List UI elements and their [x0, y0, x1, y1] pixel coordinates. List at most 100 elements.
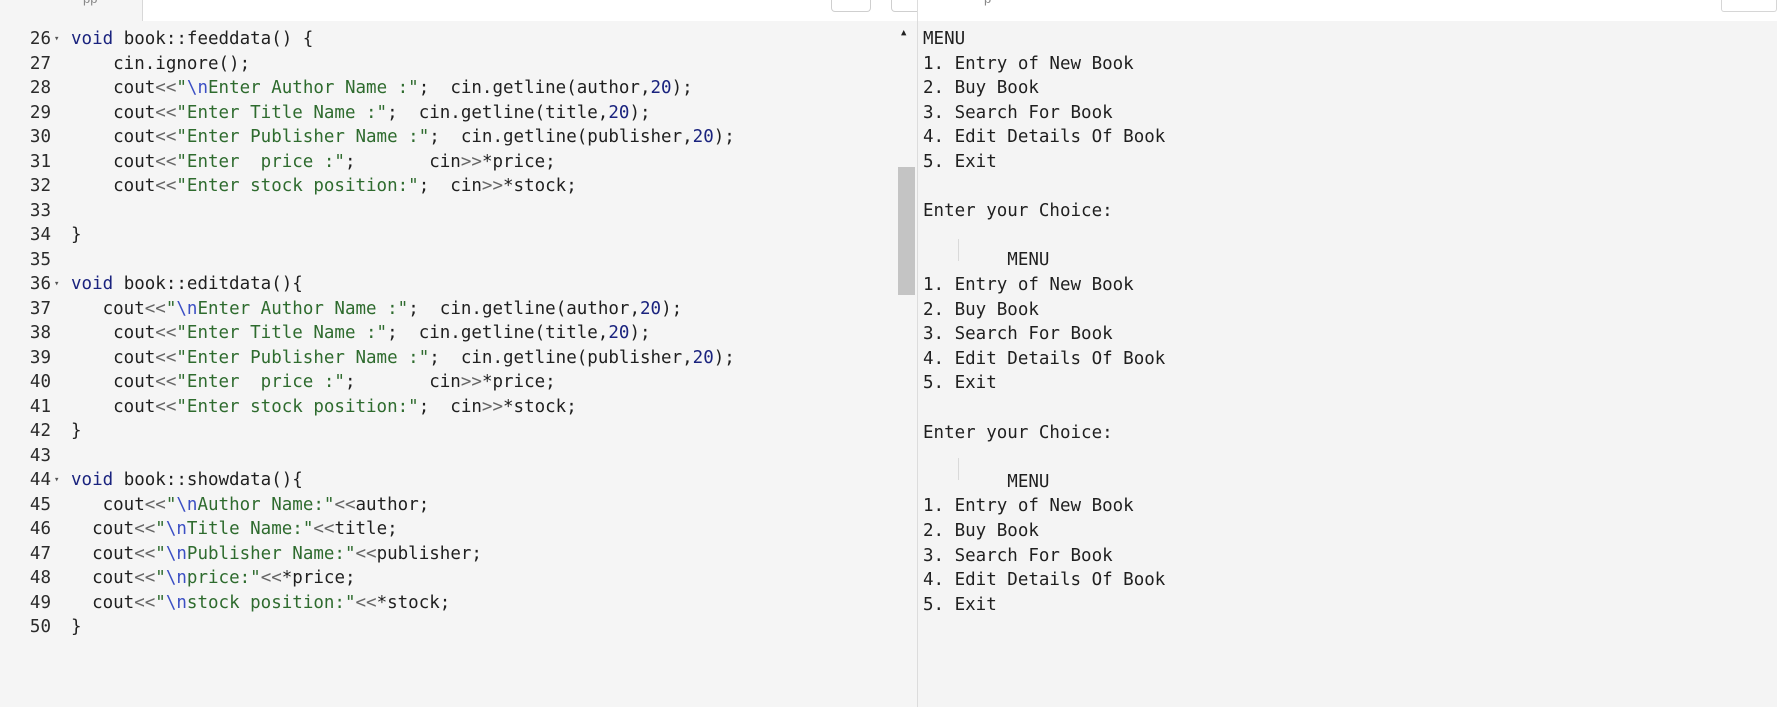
code-line[interactable]: 39 cout<<"Enter Publisher Name :"; cin.g…: [0, 345, 896, 373]
code-line[interactable]: 26 ▾ void book::feeddata() {: [0, 26, 896, 54]
line-number: 29: [29, 102, 51, 123]
code-line[interactable]: 44 ▾ void book::showdata(){: [0, 467, 896, 495]
code-line[interactable]: 36 ▾ void book::editdata(){: [0, 271, 896, 299]
output-line: 3. Search For Book: [923, 324, 1113, 345]
output-line: 4. Edit Details Of Book: [923, 127, 1166, 148]
editor-toolbar: [143, 0, 1035, 21]
line-number: 27: [29, 53, 51, 74]
code-line[interactable]: 27 cin.ignore();: [0, 51, 896, 79]
fullscreen-button[interactable]: [831, 0, 871, 12]
line-number: 28: [29, 78, 51, 98]
code-text: cout<<"Enter Publisher Name :"; cin.getl…: [71, 127, 735, 147]
output-line: Enter your Choice:: [923, 422, 1113, 443]
line-number: 36: [29, 274, 51, 294]
line-number: 46: [29, 519, 51, 539]
line-number: 26: [29, 29, 51, 49]
fold-arrow-icon[interactable]: ▾: [54, 467, 59, 495]
file-tab-label: pp: [83, 0, 97, 6]
code-text: cout<<"Enter Title Name :"; cin.getline(…: [71, 323, 651, 343]
code-line[interactable]: 38 cout<<"Enter Title Name :"; cin.getli…: [0, 320, 896, 348]
code-line[interactable]: 47 cout<<"\nPublisher Name:"<<publisher;: [0, 541, 896, 569]
code-text: cout<<"Enter stock position:"; cin>>*sto…: [71, 176, 577, 196]
line-number: 39: [29, 347, 51, 368]
line-number: 50: [29, 617, 51, 637]
code-text: }: [71, 617, 82, 637]
code-text: cout<<"Enter Publisher Name :"; cin.getl…: [71, 347, 735, 368]
output-line: 4. Edit Details Of Book: [923, 348, 1166, 369]
code-text: void book::feeddata() {: [71, 29, 314, 49]
fold-arrow-icon[interactable]: ▾: [54, 271, 59, 299]
code-line[interactable]: 37 cout<<"\nEnter Author Name :"; cin.ge…: [0, 296, 896, 324]
code-text: cout<<"\nPublisher Name:"<<publisher;: [71, 543, 482, 564]
code-line[interactable]: 41 cout<<"Enter stock position:"; cin>>*…: [0, 394, 896, 422]
line-number: 42: [29, 421, 51, 441]
output-line: 5. Exit: [923, 152, 997, 172]
line-number: 37: [29, 298, 51, 319]
line-number: 34: [29, 225, 51, 245]
output-line: 3. Search For Book: [923, 545, 1113, 566]
code-text: cout<<"\nprice:"<<*price;: [71, 568, 356, 588]
code-text: }: [71, 421, 82, 441]
code-text: cout<<"\nEnter Author Name :"; cin.getli…: [71, 298, 683, 319]
output-line: 5. Exit: [923, 373, 997, 394]
output-line: 2. Buy Book: [923, 299, 1039, 320]
line-number: 40: [29, 372, 51, 392]
fold-arrow-icon[interactable]: ▾: [54, 26, 59, 54]
line-number: 45: [29, 494, 51, 515]
code-text: void book::editdata(){: [71, 274, 303, 294]
code-text: cout<<"Enter price :"; cin>>*price;: [71, 151, 556, 172]
output-line: 1. Entry of New Book: [923, 53, 1134, 74]
code-line[interactable]: 49 cout<<"\nstock position:"<<*stock;: [0, 590, 896, 618]
code-line[interactable]: 43: [0, 443, 896, 471]
code-line[interactable]: 32 cout<<"Enter stock position:"; cin>>*…: [0, 173, 896, 201]
code-text: cin.ignore();: [71, 53, 251, 74]
output-console: MENU 1. Entry of New Book 2. Buy Book 3. Se…: [918, 21, 1777, 707]
code-text: cout<<"Enter stock position:"; cin>>*sto…: [71, 396, 577, 417]
top-toolbar: pp p: [0, 0, 1777, 21]
line-number: 47: [29, 543, 51, 564]
line-number: 38: [29, 323, 51, 343]
output-header-label: p: [984, 0, 991, 6]
code-line[interactable]: 29 cout<<"Enter Title Name :"; cin.getli…: [0, 100, 896, 128]
code-text: cout<<"Enter Title Name :"; cin.getline(…: [71, 102, 651, 123]
code-text: cout<<"\nTitle Name:"<<title;: [71, 519, 398, 539]
code-line[interactable]: 46 cout<<"\nTitle Name:"<<title;: [0, 516, 896, 544]
code-line[interactable]: 50}: [0, 614, 896, 642]
line-number: 48: [29, 568, 51, 588]
output-line: 3. Search For Book: [923, 102, 1113, 123]
code-line[interactable]: 48 cout<<"\nprice:"<<*price;: [0, 565, 896, 593]
scroll-up-arrow-icon[interactable]: ▲: [901, 28, 906, 38]
output-header: p: [918, 0, 1777, 21]
code-line[interactable]: 30 cout<<"Enter Publisher Name :"; cin.g…: [0, 124, 896, 152]
output-line: 2. Buy Book: [923, 521, 1039, 541]
code-line[interactable]: 28 cout<<"\nEnter Author Name :"; cin.ge…: [0, 75, 896, 103]
line-number: 44: [29, 470, 51, 490]
editor-scrollbar[interactable]: ▲: [897, 21, 916, 707]
code-text: cout<<"\nstock position:"<<*stock;: [71, 592, 451, 613]
output-line: Enter your Choice:: [923, 201, 1113, 222]
code-editor[interactable]: 26 ▾ void book::feeddata() {27 cin.ignore(…: [0, 21, 917, 707]
file-tab[interactable]: pp: [0, 0, 143, 21]
code-line[interactable]: 40 cout<<"Enter price :"; cin>>*price;: [0, 369, 896, 397]
output-line: 4. Edit Details Of Book: [923, 570, 1166, 591]
line-number: 43: [29, 445, 51, 466]
line-number: 49: [29, 592, 51, 613]
line-number: 33: [29, 200, 51, 221]
code-line[interactable]: 31 cout<<"Enter price :"; cin>>*price;: [0, 149, 896, 177]
line-number: 30: [29, 127, 51, 147]
clear-output-button[interactable]: [1721, 0, 1777, 12]
code-line[interactable]: 45 cout<<"\nAuthor Name:"<<author;: [0, 492, 896, 520]
output-line: 5. Exit: [923, 594, 997, 615]
code-line[interactable]: 34}: [0, 222, 896, 250]
code-text: cout<<"\nAuthor Name:"<<author;: [71, 494, 430, 515]
output-line: MENU: [923, 250, 1050, 271]
code-line[interactable]: 35: [0, 247, 896, 275]
code-line[interactable]: 42}: [0, 418, 896, 446]
line-number: 35: [29, 249, 51, 270]
code-text: cout<<"Enter price :"; cin>>*price;: [71, 372, 556, 392]
line-number: 31: [29, 151, 51, 172]
code-text: cout<<"\nEnter Author Name :"; cin.getli…: [71, 78, 693, 98]
output-line: MENU: [923, 29, 966, 49]
code-line[interactable]: 33: [0, 198, 896, 226]
scrollbar-thumb[interactable]: [898, 167, 915, 295]
